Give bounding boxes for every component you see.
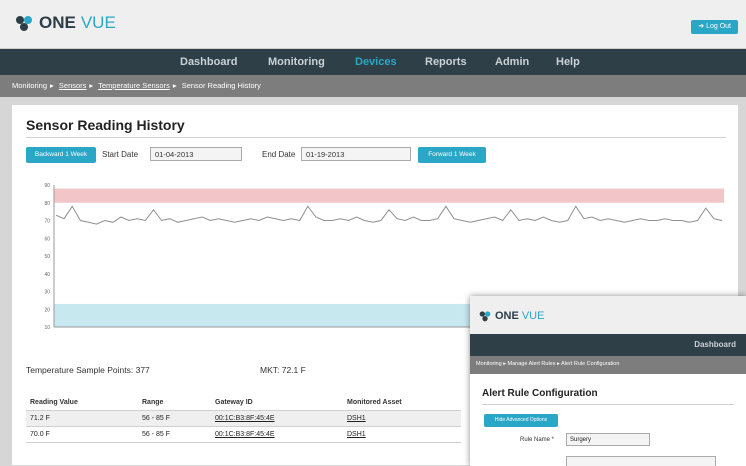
cell-gateway-link[interactable]: 00:1C:B3:8F:45:4E xyxy=(211,410,343,427)
nav-reports[interactable]: Reports xyxy=(425,56,467,68)
y-tick-label: 90 xyxy=(44,183,50,189)
end-date-label: End Date xyxy=(262,150,296,159)
high-threshold-band xyxy=(54,188,724,203)
y-tick-label: 20 xyxy=(44,307,50,313)
temperature-series-line xyxy=(55,205,723,225)
sample-points-text: Temperature Sample Points: 377 xyxy=(26,365,150,375)
rule-description-input[interactable] xyxy=(566,456,716,466)
overlay-breadcrumb: Monitoring ▸ Manage Alert Rules ▸ Alert … xyxy=(470,356,746,374)
breadcrumb-separator: ▸ xyxy=(89,81,94,90)
overlay-top-bar: ONE VUE xyxy=(470,296,746,334)
overlay-logo-vue: VUE xyxy=(521,310,545,322)
table-row: 70.0 F 56 - 85 F 00:1C:B3:8F:45:4E DSH1 xyxy=(26,426,461,443)
y-tick-label: 50 xyxy=(44,254,50,260)
breadcrumb: Monitoring ▸ Sensors ▸ Temperature Sensors… xyxy=(0,75,746,97)
nav-monitoring[interactable]: Monitoring xyxy=(268,56,325,68)
cell-reading: 70.0 F xyxy=(26,426,138,443)
nav-admin[interactable]: Admin xyxy=(495,56,529,68)
page-title: Sensor Reading History xyxy=(26,117,185,133)
logout-label: Log Out xyxy=(706,23,731,30)
nav-devices[interactable]: Devices xyxy=(355,56,397,68)
mkt-text: MKT: 72.1 F xyxy=(260,365,306,375)
breadcrumb-separator: ▸ xyxy=(172,81,177,90)
cell-asset-link[interactable]: DSH1 xyxy=(343,410,461,427)
nav-help[interactable]: Help xyxy=(556,56,580,68)
logout-button[interactable]: ➜ Log Out xyxy=(691,20,738,34)
table-row: 71.2 F 56 - 85 F 00:1C:B3:8F:45:4E DSH1 xyxy=(26,410,461,427)
forward-week-button[interactable]: Forward 1 Week xyxy=(418,147,486,163)
logo-vue-text: VUE xyxy=(80,13,116,32)
overlay-nav-dashboard[interactable]: Dashboard xyxy=(694,340,736,349)
onevue-logo[interactable]: ONE VUE xyxy=(14,13,116,33)
breadcrumb-monitoring[interactable]: Monitoring xyxy=(12,81,47,90)
logout-icon: ➜ xyxy=(698,23,707,30)
overlay-logo-icon xyxy=(479,311,491,322)
cell-reading: 71.2 F xyxy=(26,410,138,427)
overlay-nav: Dashboard xyxy=(470,334,746,356)
col-range: Range xyxy=(138,395,211,411)
readings-table: Reading Value Range Gateway ID Monitored… xyxy=(26,395,461,443)
col-monitored-asset: Monitored Asset xyxy=(343,395,461,411)
overlay-onevue-logo[interactable]: ONE VUE xyxy=(478,310,544,322)
breadcrumb-sensors[interactable]: Sensors xyxy=(59,81,87,90)
top-bar: ONE VUE ➜ Log Out xyxy=(0,0,746,49)
breadcrumb-separator: ▸ xyxy=(50,81,54,90)
cell-range: 56 - 85 F xyxy=(138,410,211,427)
start-date-field[interactable]: 01-04-2013 xyxy=(150,147,242,161)
rule-name-label: Rule Name * xyxy=(520,437,555,443)
table-header-row: Reading Value Range Gateway ID Monitored… xyxy=(26,395,461,411)
nav-dashboard[interactable]: Dashboard xyxy=(180,56,237,68)
cell-asset-link[interactable]: DSH1 xyxy=(343,426,461,443)
backward-week-button[interactable]: Backward 1 Week xyxy=(26,147,96,163)
start-date-label: Start Date xyxy=(102,150,139,159)
end-date-field[interactable]: 01-19-2013 xyxy=(301,147,411,161)
overlay-title: Alert Rule Configuration xyxy=(482,388,598,399)
cell-range: 56 - 85 F xyxy=(138,426,211,443)
cell-gateway-link[interactable]: 00:1C:B3:8F:45:4E xyxy=(211,426,343,443)
overlay-divider xyxy=(482,404,734,405)
hide-advanced-options-button[interactable]: Hide Advanced Options xyxy=(484,414,558,427)
y-tick-label: 10 xyxy=(44,325,50,331)
y-tick-label: 30 xyxy=(44,290,50,296)
breadcrumb-current: Sensor Reading History xyxy=(181,81,261,90)
main-nav: Dashboard Monitoring Devices Reports Adm… xyxy=(0,49,746,75)
overlay-breadcrumb-text[interactable]: Monitoring ▸ Manage Alert Rules ▸ Alert … xyxy=(476,361,619,367)
y-tick-label: 60 xyxy=(44,236,50,242)
col-reading-value: Reading Value xyxy=(26,395,138,411)
overlay-logo-one: ONE xyxy=(495,310,519,322)
col-gateway-id: Gateway ID xyxy=(211,395,343,411)
onevue-logo-icon xyxy=(16,16,32,31)
y-tick-label: 40 xyxy=(44,272,50,278)
logo-one-text: ONE xyxy=(39,13,76,32)
rule-name-input[interactable]: Surgery xyxy=(566,433,650,446)
title-divider xyxy=(26,137,726,138)
y-tick-label: 70 xyxy=(44,219,50,225)
y-tick-label: 80 xyxy=(44,201,50,207)
breadcrumb-temperature-sensors[interactable]: Temperature Sensors xyxy=(98,81,170,90)
alert-rule-window: ONE VUE Dashboard Monitoring ▸ Manage Ale… xyxy=(470,296,746,466)
